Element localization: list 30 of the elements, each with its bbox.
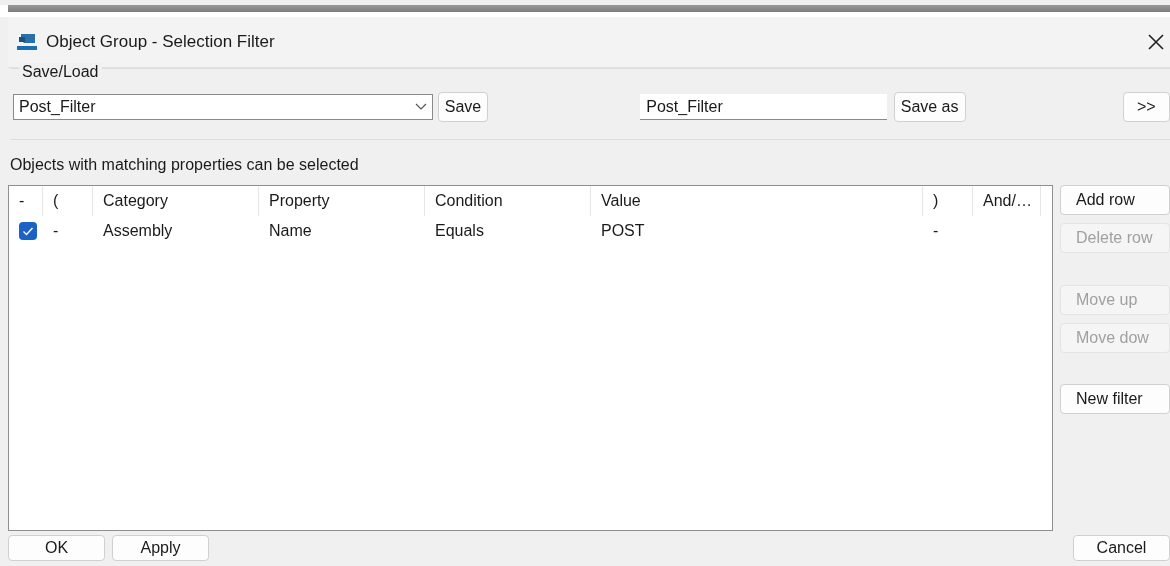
table-cell-text: Equals — [434, 222, 485, 240]
table-cell-text: POST — [600, 222, 646, 240]
expand-button[interactable]: >> — [1122, 92, 1170, 122]
hint-text: Objects with matching properties can be selected — [9, 155, 360, 175]
side-button[interactable]: New filter — [1060, 384, 1170, 414]
column-header: - — [9, 186, 43, 216]
app-icon — [16, 32, 38, 52]
table-cell-text: Name — [268, 222, 313, 240]
column-header: ( — [43, 186, 93, 216]
table-cell-text: - — [932, 222, 940, 240]
table-cell-text: - — [52, 222, 60, 240]
save-button[interactable]: Save — [437, 92, 489, 122]
column-header: And/… — [973, 186, 1041, 216]
dialog-button[interactable]: OK — [8, 535, 105, 561]
filter-dropdown[interactable]: Post_Filter — [13, 94, 433, 120]
dialog-button[interactable]: Apply — [112, 535, 209, 561]
column-header: Value — [591, 186, 923, 216]
column-header: Condition — [425, 186, 591, 216]
table-cell-text: Assembly — [102, 222, 174, 240]
close-icon[interactable] — [1146, 32, 1166, 52]
chevron-down-icon — [414, 103, 427, 111]
dialog-button[interactable]: Cancel — [1073, 535, 1170, 561]
save-as-button[interactable]: Save as — [893, 92, 966, 122]
column-header: Category — [93, 186, 259, 216]
side-button[interactable]: Add row — [1060, 185, 1170, 215]
column-header: Property — [259, 186, 425, 216]
checkbox[interactable] — [19, 222, 37, 240]
filter-name-field[interactable]: Post_Filter — [640, 94, 887, 120]
window-title: Object Group - Selection Filter — [46, 32, 276, 52]
column-header: ) — [923, 186, 973, 216]
